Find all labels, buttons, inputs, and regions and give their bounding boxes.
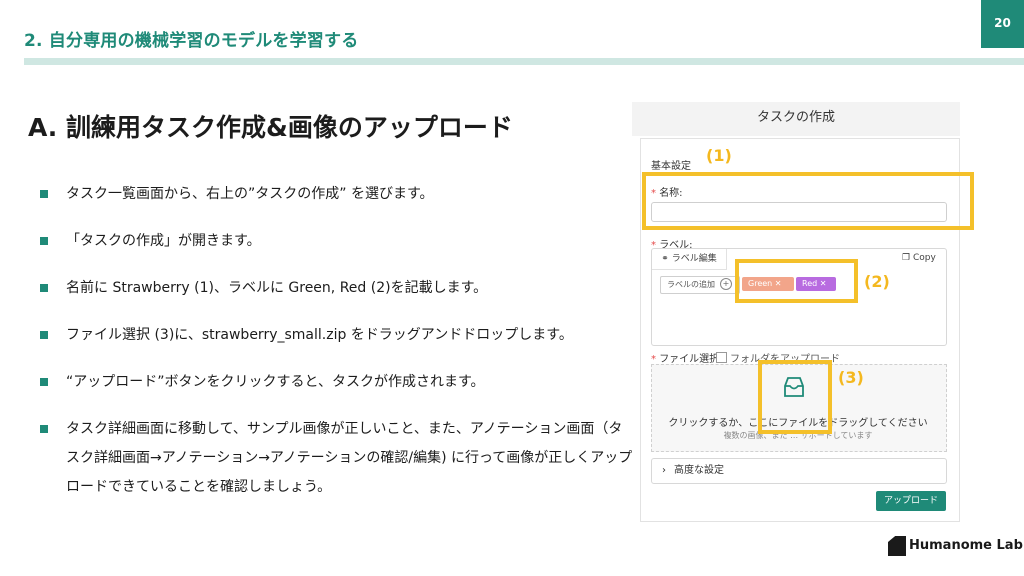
file-select-label: * ファイル選択: xyxy=(651,354,723,365)
header-divider xyxy=(24,58,1024,65)
company-logo-text: Humanome Lab xyxy=(909,538,1023,553)
upload-button[interactable]: アップロード xyxy=(876,491,946,511)
dialog-title: タスクの作成 xyxy=(756,110,835,125)
bullet-square-icon xyxy=(40,331,48,339)
bullet-text: 「タスクの作成」が開きます。 xyxy=(66,233,261,249)
logo-mark-icon xyxy=(888,536,906,556)
bullet-text: タスク詳細画面に移動して、サンプル画像が正しいこと、また、アノテーション画面（タ… xyxy=(66,421,633,495)
bullet-item: “アップロード”ボタンをクリックすると、タスクが作成されます。 xyxy=(40,368,636,397)
bullet-text: 名前に Strawberry (1)、ラベルに Green, Red (2)を記… xyxy=(66,280,488,296)
bullet-text: タスク一覧画面から、右上の”タスクの作成” を選びます。 xyxy=(66,186,434,202)
highlight-box-labels xyxy=(735,259,858,303)
folder-upload-checkbox[interactable] xyxy=(716,352,727,363)
tab-label-edit[interactable]: ⚭ ラベル編集 xyxy=(652,249,727,270)
bullet-square-icon xyxy=(40,284,48,292)
bullet-item: タスク詳細画面に移動して、サンプル画像が正しいこと、また、アノテーション画面（タ… xyxy=(40,415,636,502)
page-title: A. 訓練用タスク作成&画像のアップロード xyxy=(28,113,513,142)
highlight-box-name xyxy=(642,172,974,230)
tag-icon: ⚭ xyxy=(661,254,672,264)
chevron-right-icon: › xyxy=(662,465,666,476)
bullet-square-icon xyxy=(40,378,48,386)
bullet-square-icon xyxy=(40,237,48,245)
bullet-item: タスク一覧画面から、右上の”タスクの作成” を選びます。 xyxy=(40,180,636,209)
bullet-item: 名前に Strawberry (1)、ラベルに Green, Red (2)を記… xyxy=(40,274,636,303)
bullet-item: 「タスクの作成」が開きます。 xyxy=(40,227,636,256)
bullet-list: タスク一覧画面から、右上の”タスクの作成” を選びます。 「タスクの作成」が開き… xyxy=(40,180,636,520)
basic-settings-heading: 基本設定 xyxy=(651,161,691,172)
bullet-square-icon xyxy=(40,425,48,433)
bullet-text: “アップロード”ボタンをクリックすると、タスクが作成されます。 xyxy=(66,374,485,390)
section-title: 2. 自分専用の機械学習のモデルを学習する xyxy=(24,31,359,51)
annotation-1: (1) xyxy=(706,146,732,165)
annotation-3: (3) xyxy=(838,368,864,387)
annotation-2: (2) xyxy=(864,272,890,291)
bullet-text: ファイル選択 (3)に、strawberry_small.zip をドラッグアン… xyxy=(66,327,573,343)
advanced-settings-toggle[interactable]: › 高度な設定 xyxy=(651,458,947,484)
add-circle-icon[interactable]: + xyxy=(720,278,732,290)
page-number: 20 xyxy=(981,0,1024,48)
copy-button[interactable]: ❐ Copy xyxy=(902,253,936,263)
bullet-item: ファイル選択 (3)に、strawberry_small.zip をドラッグアン… xyxy=(40,321,636,350)
bullet-square-icon xyxy=(40,190,48,198)
highlight-box-file xyxy=(758,360,832,434)
copy-icon: ❐ xyxy=(902,253,913,263)
